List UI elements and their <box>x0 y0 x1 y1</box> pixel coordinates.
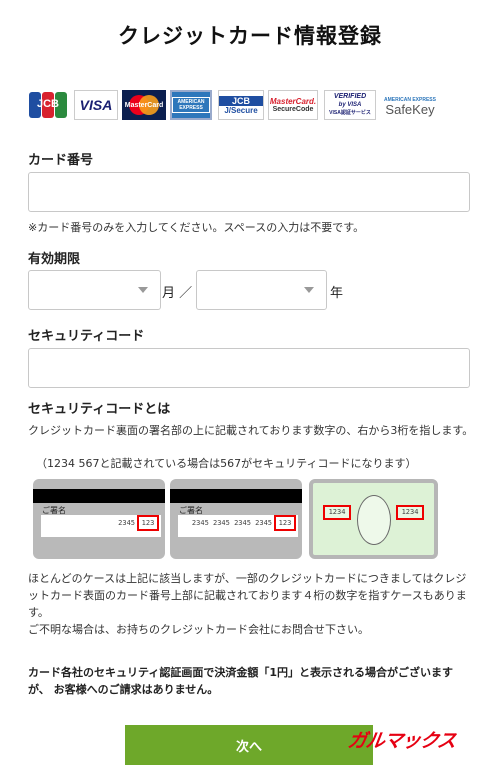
jsecure-top-text: JCB <box>219 95 263 106</box>
cvv-highlight: 123 <box>137 515 159 531</box>
jcb-jsecure-logo: JCB J/Secure <box>218 90 264 120</box>
card-hologram-oval <box>357 495 391 545</box>
expiry-year-select[interactable] <box>196 270 327 310</box>
page-title: クレジットカード情報登録 <box>118 24 382 48</box>
jcb-logo: JCB <box>28 90 68 120</box>
site-watermark: ガルマックス <box>346 730 457 752</box>
card-number-digits: 2345 <box>118 519 135 527</box>
jsecure-bottom-text: J/Secure <box>224 105 258 115</box>
card-number-input[interactable] <box>28 172 470 212</box>
next-button[interactable]: 次へ <box>125 725 373 765</box>
note-line-1: ほとんどのケースは上記に該当しますが、一部のクレジットカードにつきましてはクレジ <box>28 572 467 585</box>
verified-by-visa-logo: VERIFIED by VISA VISA認証サービス <box>324 90 376 120</box>
card-brand-logos: JCB VISA MasterCard AMERICAN EXPRESS JCB… <box>28 90 448 122</box>
magnetic-stripe <box>33 489 165 503</box>
chevron-down-icon <box>304 287 314 293</box>
security-code-help-heading: セキュリティコードとは <box>28 402 171 417</box>
signature-label: ご署名 <box>42 506 66 515</box>
expiry-year-unit: 年 <box>330 286 344 301</box>
visa-logo: VISA <box>74 90 118 120</box>
one-yen-notice-line-1: カード各社のセキュリティ認証画面で決済金額「1円」と表示される場合がございます <box>28 666 453 679</box>
mc-securecode-bottom-text: SecureCode <box>272 106 314 113</box>
card-number-label: カード番号 <box>28 153 94 168</box>
amex-code-left-highlight: 1234 <box>323 505 351 520</box>
expiry-month-select[interactable] <box>28 270 161 310</box>
safekey-logo: AMERICAN EXPRESS SafeKey <box>380 90 440 120</box>
verified-mid-text: by VISA <box>338 102 362 108</box>
safekey-bottom-text: SafeKey <box>385 102 435 117</box>
jcb-logo-text: JCB <box>36 98 59 110</box>
card-number-note: ※カード番号のみを入力してください。スペースの入力は不要です。 <box>28 221 365 234</box>
one-yen-notice-line-2: が、 お客様へのご請求はありません。 <box>28 683 219 696</box>
note-line-3: す。 <box>28 606 49 619</box>
card-front-amex-example: 1234 1234 <box>309 479 438 559</box>
signature-label: ご署名 <box>179 506 203 515</box>
amex-logo: AMERICAN EXPRESS <box>170 90 212 120</box>
mc-securecode-top-text: MasterCard. <box>269 97 317 106</box>
expiry-month-unit: 月 ／ <box>162 286 193 301</box>
visa-logo-text: VISA <box>79 97 113 113</box>
expiry-label: 有効期限 <box>28 252 81 267</box>
verified-bottom-text: VISA認証サービス <box>329 110 371 116</box>
contact-note: ご不明な場合は、お持ちのクレジットカード会社にお問合せ下さい。 <box>28 623 369 636</box>
amex-logo-text: AMERICAN EXPRESS <box>172 97 210 113</box>
note-line-2: ットカード表面のカード番号上部に記載されております４桁の数字を指すケースもありま <box>28 589 467 602</box>
amex-code-right-highlight: 1234 <box>396 505 424 520</box>
card-back-example-2: ご署名 2345 2345 2345 2345 123 <box>170 479 302 559</box>
mastercard-logo: MasterCard <box>122 90 166 120</box>
security-code-label: セキュリティコード <box>28 329 145 344</box>
card-number-digits: 2345 2345 2345 2345 <box>191 519 272 527</box>
verified-top-text: VERIFIED <box>333 93 367 100</box>
card-back-example-1: ご署名 2345 123 <box>33 479 165 559</box>
magnetic-stripe <box>170 489 302 503</box>
security-code-help-example: （1234 567と記載されている場合は567がセキュリティコードになります） <box>36 457 417 470</box>
chevron-down-icon <box>138 287 148 293</box>
mastercard-logo-text: MasterCard <box>124 101 164 109</box>
security-code-help-text: クレジットカード裏面の署名部の上に記載されております数字の、右から3桁を指します… <box>28 424 474 437</box>
security-code-input[interactable] <box>28 348 470 388</box>
cvv-highlight: 123 <box>274 515 296 531</box>
mc-securecode-logo: MasterCard. SecureCode <box>268 90 318 120</box>
